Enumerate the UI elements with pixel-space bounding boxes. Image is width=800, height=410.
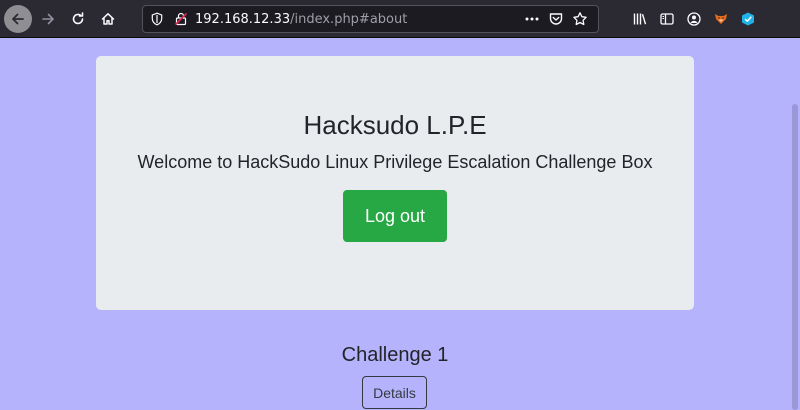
reload-button[interactable] xyxy=(64,5,92,33)
address-bar[interactable]: 192.168.12.33/index.php#about xyxy=(142,5,599,33)
pocket-button[interactable] xyxy=(544,7,568,31)
browser-toolbar: 192.168.12.33/index.php#about xyxy=(0,0,800,38)
library-icon xyxy=(633,13,647,25)
jumbotron: Hacksudo L.P.E Welcome to HackSudo Linux… xyxy=(96,56,694,310)
challenge-title: Challenge 1 xyxy=(341,344,449,366)
scrollbar-thumb[interactable] xyxy=(792,104,798,410)
page-title: Hacksudo L.P.E xyxy=(303,110,487,140)
home-button[interactable] xyxy=(94,5,122,33)
insecure-lock-icon[interactable] xyxy=(171,9,191,29)
extension-fox-icon xyxy=(715,14,727,24)
url-path: /index.php#about xyxy=(290,11,408,27)
pocket-icon xyxy=(549,13,563,25)
forward-icon xyxy=(42,13,54,24)
url-text[interactable]: 192.168.12.33/index.php#about xyxy=(195,12,407,27)
bookmark-star-icon xyxy=(573,12,587,26)
bookmark-button[interactable] xyxy=(568,7,592,31)
logout-button[interactable]: Log out xyxy=(343,190,447,242)
toolbar-right xyxy=(628,5,763,33)
home-icon xyxy=(101,12,115,25)
page-actions-button[interactable] xyxy=(520,7,544,31)
extension-cube-icon xyxy=(742,12,754,26)
page-scrollbar[interactable] xyxy=(790,38,800,410)
sidebar-icon xyxy=(660,13,674,25)
account-icon xyxy=(687,12,701,26)
tracking-shield-icon[interactable] xyxy=(147,9,167,29)
url-actions xyxy=(520,6,592,32)
account-button[interactable] xyxy=(682,5,706,33)
sidebar-button[interactable] xyxy=(655,5,679,33)
nav-buttons xyxy=(0,0,122,38)
extension-fox-button[interactable] xyxy=(709,5,733,33)
details-button[interactable]: Details xyxy=(362,376,427,409)
page-actions-icon xyxy=(525,17,539,21)
url-host: 192.168.12.33 xyxy=(195,11,291,27)
back-icon xyxy=(12,13,24,24)
library-button[interactable] xyxy=(628,5,652,33)
extension-cube-button[interactable] xyxy=(736,5,760,33)
welcome-text: Welcome to HackSudo Linux Privilege Esca… xyxy=(137,152,653,172)
back-button[interactable] xyxy=(4,4,32,33)
forward-button[interactable] xyxy=(34,5,62,33)
reload-icon xyxy=(72,11,84,24)
